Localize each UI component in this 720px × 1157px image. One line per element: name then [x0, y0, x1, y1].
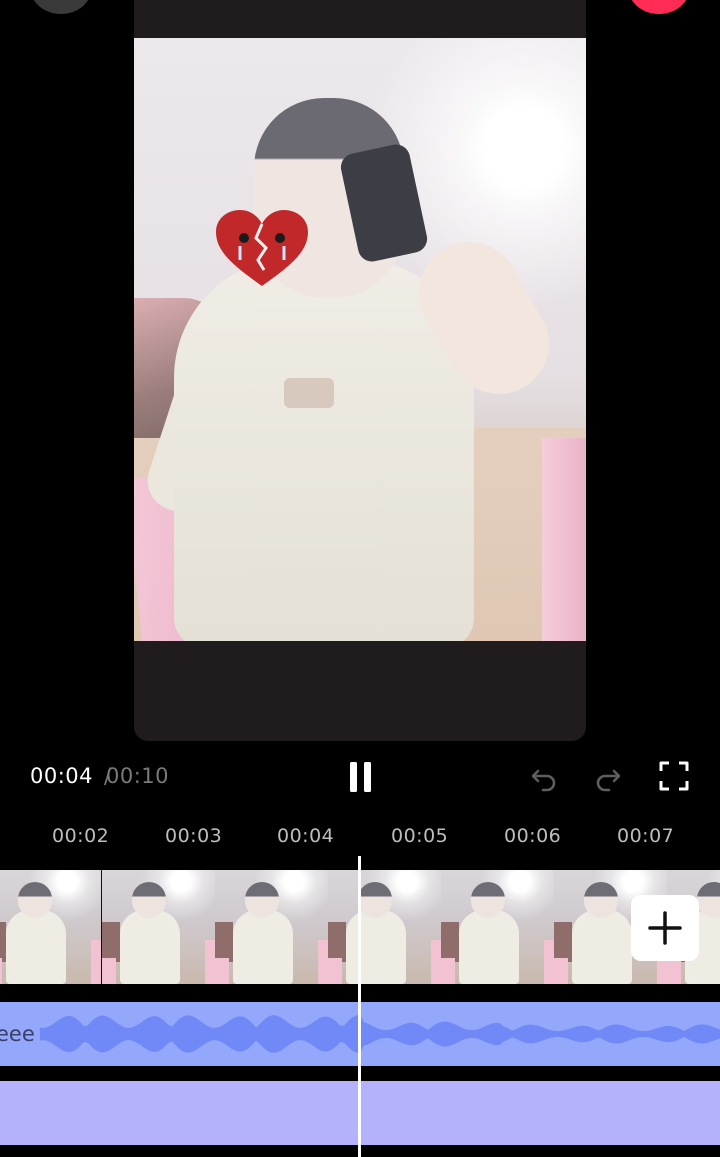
ruler-tick-label: 00:02: [52, 825, 110, 847]
ruler-tick-label: 00:07: [617, 825, 675, 847]
total-duration: 00:10: [106, 764, 170, 788]
video-preview-card: [134, 0, 586, 741]
ruler-tick-label: 00:05: [391, 825, 449, 847]
preview-shirt-print: [284, 378, 334, 408]
playhead[interactable]: [358, 856, 361, 1157]
video-thumbnail: [441, 870, 554, 984]
waveform-shape: [40, 1015, 720, 1053]
video-thumbnail: [0, 870, 101, 984]
broken-heart-sticker-icon[interactable]: [214, 208, 310, 288]
redo-icon[interactable]: [592, 762, 624, 794]
audio-track-label: eee: [0, 1022, 35, 1046]
current-time: 00:04: [30, 764, 94, 788]
export-button[interactable]: [628, 0, 690, 14]
video-thumbnail: [328, 870, 441, 984]
pause-icon[interactable]: [343, 760, 379, 794]
video-preview[interactable]: [134, 38, 586, 641]
plus-icon[interactable]: [631, 895, 699, 961]
ruler-tick-label: 00:04: [277, 825, 335, 847]
video-thumbnail: [215, 870, 328, 984]
undo-icon[interactable]: [528, 762, 560, 794]
ruler-tick-label: 00:06: [504, 825, 562, 847]
video-thumbnail: [102, 870, 215, 984]
preview-mirror-frame-right: [542, 438, 586, 641]
fullscreen-icon[interactable]: [658, 760, 690, 792]
ruler-tick-label: 00:03: [165, 825, 223, 847]
back-button[interactable]: [30, 0, 92, 14]
